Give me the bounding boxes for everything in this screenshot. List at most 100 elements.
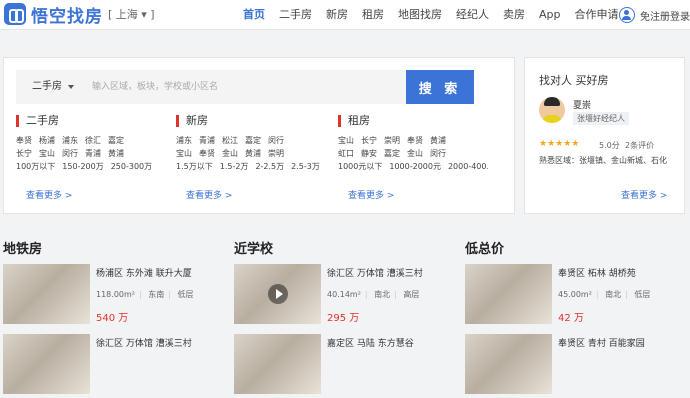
category-link[interactable]: 虹口 [338,149,354,158]
category-link[interactable]: 黄浦 [245,149,261,158]
price-link[interactable]: 1000-2000元 [389,162,441,171]
agent-name[interactable]: 夏崇 [573,98,591,111]
category-link[interactable]: 宝山 [39,149,55,158]
category-link[interactable]: 奉贤 [407,136,423,145]
category-link[interactable]: 杨浦 [39,136,55,145]
listing-photo[interactable] [3,334,90,394]
listing-title[interactable]: 徐汇区 万体馆 漕溪三村 [327,266,423,279]
price-link[interactable]: 250-300万 [111,162,152,171]
price-link[interactable]: 1.5万以下 [176,162,213,171]
category-link[interactable]: 嘉定 [245,136,261,145]
top-navigation-bar: 悟空找房 [ 上海 ▾ ] 首页 二手房 新房 租房 地图找房 经纪人 卖房 A… [0,0,690,30]
listing-card[interactable]: 奉贤区 柘林 胡桥苑 45.00m² | 南北 | 低层 42 万 [465,264,690,328]
category-link[interactable]: 嘉定 [108,136,124,145]
nav-partnership[interactable]: 合作申请 [568,0,626,30]
category-link[interactable]: 奉贤 [16,136,32,145]
category-link[interactable]: 长宁 [361,136,377,145]
category-title[interactable]: 二手房 [16,114,166,128]
more-link[interactable]: 查看更多 > [348,188,394,201]
category-link[interactable]: 浦东 [176,136,192,145]
category-row: 宝山 长宁 崇明 奉贤 黄浦 [338,134,488,147]
nav-second-hand[interactable]: 二手房 [272,0,319,30]
listing-meta: 118.00m² | 东南 | 低层 [96,290,194,299]
listing-price: 42 万 [558,313,584,324]
category-link[interactable]: 嘉定 [384,149,400,158]
category-link[interactable]: 宝山 [338,136,354,145]
video-play-icon[interactable] [234,264,321,324]
user-icon [619,7,635,23]
listing-photo[interactable] [465,264,552,324]
listing-card[interactable]: 奉贤区 青村 百能家园 [465,334,690,398]
category-row: 奉贤 杨浦 浦东 徐汇 嘉定 [16,134,166,147]
nav-map-search[interactable]: 地图找房 [391,0,449,30]
section-title-low-price: 低总价 [465,242,505,257]
nav-rent[interactable]: 租房 [355,0,391,30]
category-link[interactable]: 黄浦 [108,149,124,158]
login-button[interactable]: 免注册登录 [619,5,690,25]
listing-title[interactable]: 杨浦区 东外滩 联升大厦 [96,266,192,279]
nav-sell[interactable]: 卖房 [496,0,532,30]
listing-title[interactable]: 奉贤区 柘林 胡桥苑 [558,266,636,279]
category-link[interactable]: 崇明 [384,136,400,145]
nav-agents[interactable]: 经纪人 [449,0,496,30]
category-link[interactable]: 松江 [222,136,238,145]
category-title[interactable]: 租房 [338,114,488,128]
nav-home[interactable]: 首页 [236,0,272,30]
price-link[interactable]: 2000-400... [448,162,488,171]
category-link[interactable]: 金山 [222,149,238,158]
agent-more-link[interactable]: 查看更多 > [621,188,667,201]
category-link[interactable]: 宝山 [176,149,192,158]
search-bar: 二手房 [16,70,406,104]
category-link[interactable]: 黄浦 [430,136,446,145]
category-link[interactable]: 长宁 [16,149,32,158]
category-title[interactable]: 新房 [176,114,326,128]
price-link[interactable]: 1000元以下 [338,162,382,171]
category-link[interactable]: 青浦 [85,149,101,158]
category-link[interactable]: 闵行 [430,149,446,158]
category-link[interactable]: 青浦 [199,136,215,145]
category-link[interactable]: 浦东 [62,136,78,145]
price-link[interactable]: 100万以下 [16,162,55,171]
search-input[interactable] [92,79,392,95]
listing-card[interactable]: 徐汇区 万体馆 漕溪三村 40.14m² | 南北 | 高层 295 万 [234,264,464,328]
category-link[interactable]: 奉贤 [199,149,215,158]
city-selector[interactable]: [ 上海 ▾ ] [108,6,155,22]
more-link[interactable]: 查看更多 > [26,188,72,201]
listing-area: 45.00m² [558,290,592,299]
category-link[interactable]: 静安 [361,149,377,158]
category-link[interactable]: 闵行 [268,136,284,145]
category-link[interactable]: 崇明 [268,149,284,158]
agent-reviews[interactable]: 2条评价 [625,140,654,151]
category-link[interactable]: 闵行 [62,149,78,158]
listing-photo[interactable] [3,264,90,324]
listing-card[interactable]: 嘉定区 马陆 东方慧谷 [234,334,464,398]
search-type-dropdown[interactable]: 二手房 [16,70,80,104]
listing-floor: 低层 [177,290,194,299]
listing-title[interactable]: 徐汇区 万体馆 漕溪三村 [96,336,192,349]
category-row: 1.5万以下 1.5-2万 2-2.5万 2.5-3万 [176,160,326,173]
search-type-label: 二手房 [32,81,62,92]
listing-title[interactable]: 嘉定区 马陆 东方慧谷 [327,336,414,349]
search-button[interactable]: 搜 索 [406,70,474,104]
listing-photo[interactable] [465,334,552,394]
agent-rating: 5.0分 [599,141,620,150]
agent-areas: 熟悉区域：张堰镇、金山新城、石化 [539,156,667,165]
category-link[interactable]: 金山 [407,149,423,158]
avatar[interactable] [539,97,565,123]
more-link[interactable]: 查看更多 > [186,188,232,201]
price-link[interactable]: 150-200万 [62,162,103,171]
listing-card[interactable]: 徐汇区 万体馆 漕溪三村 [3,334,233,398]
price-link[interactable]: 1.5-2万 [220,162,249,171]
listing-photo[interactable] [234,334,321,394]
site-logo[interactable]: 悟空找房 [4,2,103,27]
category-link[interactable]: 徐汇 [85,136,101,145]
nav-app[interactable]: App [532,0,568,30]
listing-title[interactable]: 奉贤区 青村 百能家园 [558,336,645,349]
category-row: 虹口 静安 嘉定 金山 闵行 [338,147,488,160]
listing-orientation: 南北 [605,290,622,299]
price-link[interactable]: 2.5-3万 [291,162,320,171]
nav-new-homes[interactable]: 新房 [319,0,355,30]
logo-icon [4,3,26,25]
price-link[interactable]: 2-2.5万 [255,162,284,171]
listing-card[interactable]: 杨浦区 东外滩 联升大厦 118.00m² | 东南 | 低层 540 万 [3,264,233,328]
